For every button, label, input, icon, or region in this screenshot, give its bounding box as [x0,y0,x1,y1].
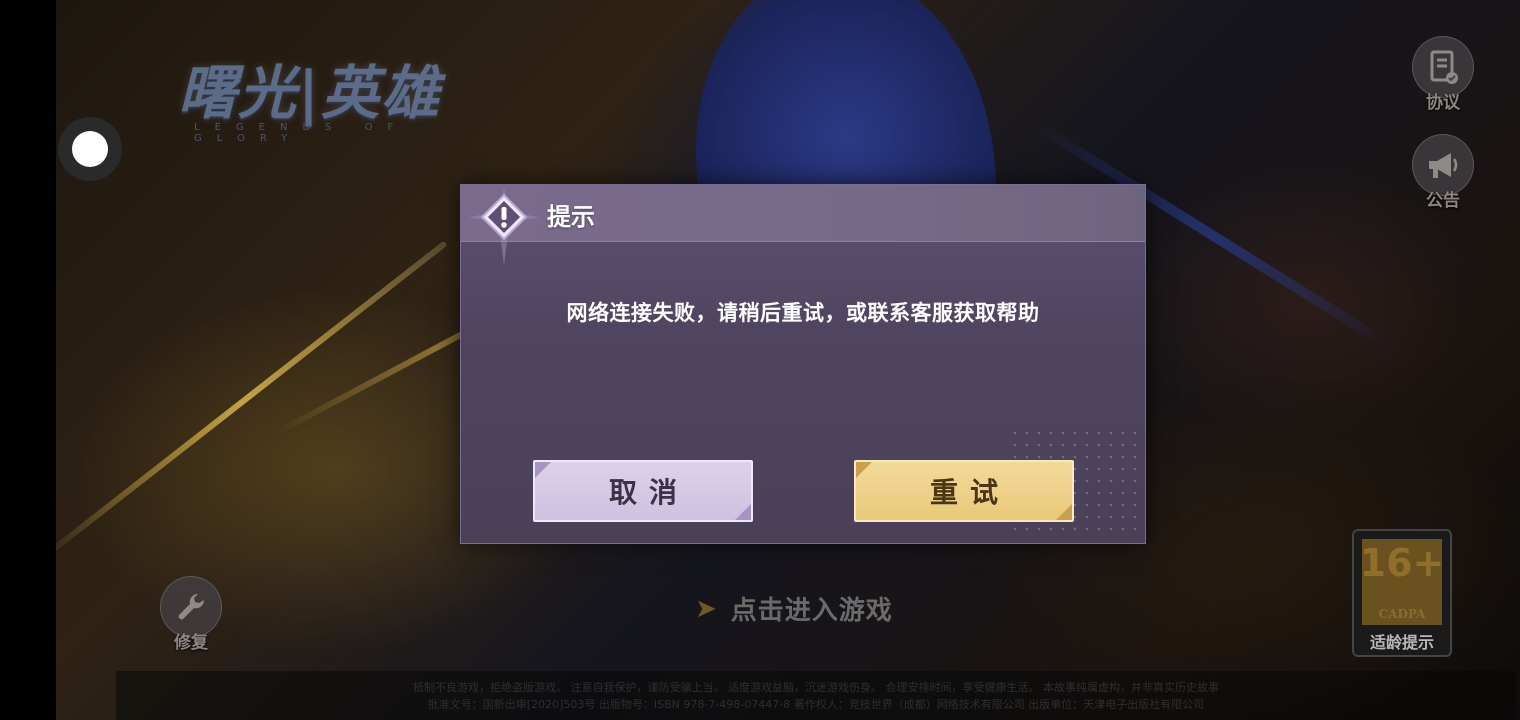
logo-subtitle: LEGENDS OF GLORY [194,122,409,144]
age-rating-badge[interactable]: 16+ CADPA 适龄提示 [1352,529,1452,657]
repair-label: 修复 [174,633,208,653]
age-rating-org: CADPA [1378,607,1426,621]
legal-footer: 抵制不良游戏，拒绝盗版游戏。 注意自我保护，谨防受骗上当。 适度游戏益脑，沉迷游… [116,671,1516,720]
announcement-label: 公告 [1426,191,1460,211]
floating-dot-icon [72,131,108,167]
agreement-label: 协议 [1426,93,1460,113]
agreement-button[interactable]: 协议 [1410,36,1476,113]
dialog-header: 提示 [461,185,1145,242]
network-error-dialog: 提示 网络连接失败，请稍后重试，或联系客服获取帮助 取消 重试 [460,184,1146,544]
cancel-label: 取消 [608,476,689,509]
enter-game-label: 点击进入游戏 [730,596,893,626]
repair-button[interactable]: 修复 [158,576,224,653]
footer-line-1: 抵制不良游戏，拒绝盗版游戏。 注意自我保护，谨防受骗上当。 适度游戏益脑，沉迷游… [413,681,1219,694]
footer-line-2: 批准文号：国新出审[2020]503号 出版物号：ISBN 978-7-498-… [427,698,1205,711]
dialog-message: 网络连接失败，请稍后重试，或联系客服获取帮助 [566,301,1040,325]
floating-assist-button[interactable] [58,117,122,181]
dialog-title: 提示 [547,203,595,231]
warning-icon [469,187,539,267]
announcement-button[interactable]: 公告 [1410,134,1476,211]
retry-button[interactable]: 重试 [854,460,1074,522]
retry-label: 重试 [929,476,1010,509]
cancel-button[interactable]: 取消 [533,460,753,522]
age-rating-hint: 适龄提示 [1369,633,1434,652]
double-arrow-icon: ➤ [695,593,717,624]
age-rating-number: 16+ [1359,541,1445,585]
enter-game-button[interactable]: ➤ 点击进入游戏 [695,590,893,627]
spear-streak [56,240,448,566]
game-logo: 曙光|英雄 LEGENDS OF GLORY [178,58,508,144]
logo-title: 曙光|英雄 [178,59,442,127]
